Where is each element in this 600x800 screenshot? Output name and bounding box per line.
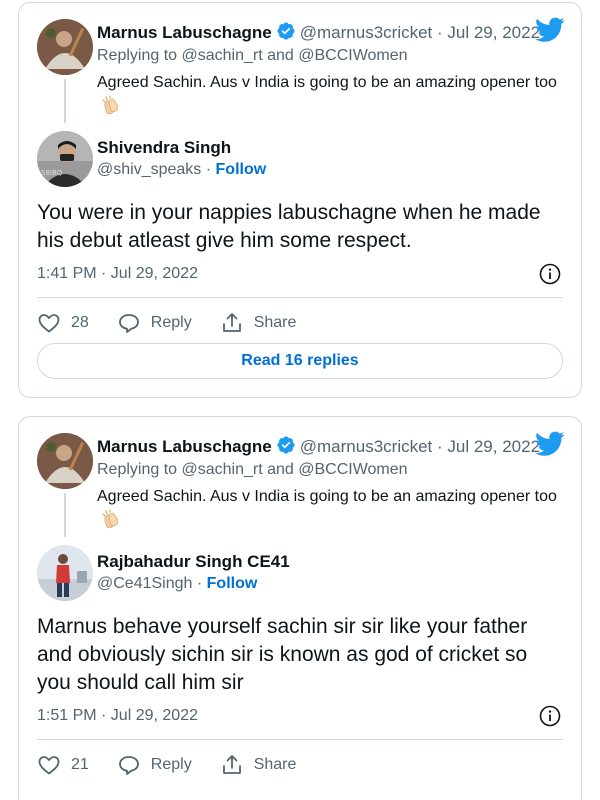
reply-tweet-text: You were in your nappies labuschagne whe… [37,201,541,252]
embedded-tweet-card-1: Marnus Labuschagne @marnus3cricket · Jul … [18,2,582,398]
replying-to: Replying to @sachin_rt and @BCCIWomen [97,461,408,478]
parent-tweet-header: Marnus Labuschagne @marnus3cricket · Jul … [97,21,567,47]
twitter-bird-icon[interactable] [535,431,565,462]
reply-label: Reply [150,314,192,331]
divider [37,739,563,740]
avatar-marnus[interactable] [37,433,93,489]
avatar-shivendra[interactable]: S8IBQ [37,131,93,187]
parent-date[interactable]: Jul 29, 2022 [447,23,540,42]
tweet-timestamp[interactable]: 1:51 PM · Jul 29, 2022 [37,705,198,727]
clapping-hands-icon [100,95,122,125]
share-button[interactable]: Share [220,309,297,337]
clapping-hands-icon [100,509,122,539]
reply-icon [118,314,139,333]
share-button[interactable]: Share [220,751,297,779]
tweet-actions: 28 Reply Share [37,309,324,337]
separator-dot: · [192,575,207,592]
info-icon[interactable] [539,263,561,290]
reply-author-name[interactable]: Rajbahadur Singh CE41 [97,551,290,573]
svg-text:S8IBQ: S8IBQ [41,169,63,177]
reply-author-handle[interactable]: @Ce41Singh [97,575,192,592]
share-icon [222,755,241,774]
like-count: 21 [71,756,89,773]
parent-tweet-header: Marnus Labuschagne @marnus3cricket · Jul … [97,435,567,461]
parent-date[interactable]: Jul 29, 2022 [447,437,540,456]
twitter-bird-icon[interactable] [535,17,565,48]
avatar-marnus[interactable] [37,19,93,75]
verified-badge-icon [276,21,296,47]
avatar-rajbahadur[interactable] [37,545,93,601]
parent-author-name[interactable]: Marnus Labuschagne [97,437,272,456]
reply-author-line: @shiv_speaks · Follow [97,159,266,181]
parent-tweet-text: Agreed Sachin. Aus v India is going to b… [97,485,557,539]
reply-tweet-text: Marnus behave yourself sachin sir sir li… [37,615,528,694]
reply-author-line: @Ce41Singh · Follow [97,573,257,595]
like-button[interactable]: 21 [37,751,89,779]
reply-icon [118,756,139,775]
tweet-timestamp[interactable]: 1:41 PM · Jul 29, 2022 [37,263,198,285]
verified-badge-icon [276,435,296,461]
tweet-actions: 21 Reply Share [37,751,324,779]
parent-author-handle[interactable]: @marnus3cricket [300,437,433,456]
embedded-tweet-card-2: Marnus Labuschagne @marnus3cricket · Jul … [18,416,582,800]
reply-button[interactable]: Reply [117,309,192,337]
separator-dot: · [432,23,448,42]
parent-author-handle[interactable]: @marnus3cricket [300,23,433,42]
parent-author-name[interactable]: Marnus Labuschagne [97,23,272,42]
separator-dot: · [201,161,216,178]
share-label: Share [253,314,297,331]
like-count: 28 [71,314,89,331]
reply-button[interactable]: Reply [117,751,192,779]
reply-label: Reply [150,756,192,773]
reply-author-name[interactable]: Shivendra Singh [97,137,231,159]
divider [37,297,563,298]
heart-icon [38,756,60,775]
like-button[interactable]: 28 [37,309,89,337]
follow-button[interactable]: Follow [207,575,258,592]
thread-line [64,79,66,123]
replying-to: Replying to @sachin_rt and @BCCIWomen [97,47,408,64]
parent-tweet-text: Agreed Sachin. Aus v India is going to b… [97,71,557,125]
reply-author-handle[interactable]: @shiv_speaks [97,161,201,178]
share-label: Share [253,756,297,773]
separator-dot: · [432,437,448,456]
parent-text: Agreed Sachin. Aus v India is going to b… [97,488,557,505]
read-replies-button[interactable]: Read 16 replies [37,343,563,379]
parent-text: Agreed Sachin. Aus v India is going to b… [97,74,557,91]
heart-icon [38,314,60,333]
thread-line [64,493,66,537]
info-icon[interactable] [539,705,561,732]
follow-button[interactable]: Follow [216,161,267,178]
share-icon [222,313,241,332]
